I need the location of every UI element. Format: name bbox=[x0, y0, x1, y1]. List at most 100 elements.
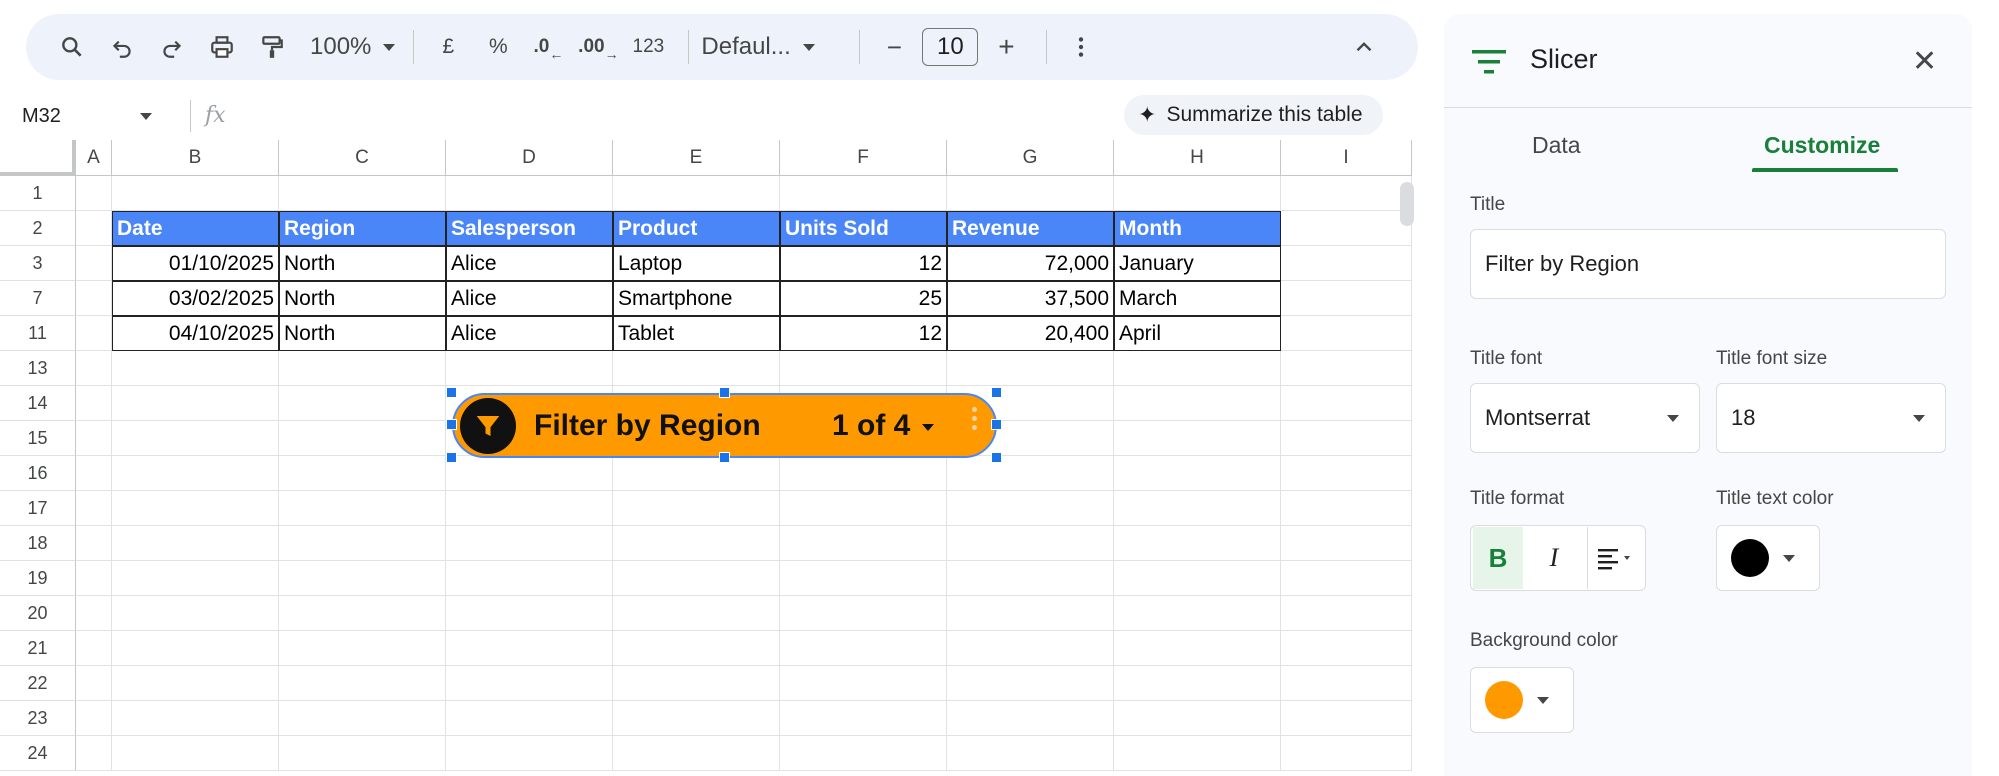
name-box[interactable]: M32 bbox=[0, 96, 160, 136]
table-data-cell[interactable]: Tablet bbox=[613, 316, 780, 351]
column-header-g[interactable]: G bbox=[947, 140, 1114, 176]
column-header-i[interactable]: I bbox=[1281, 140, 1412, 176]
grid-cell[interactable] bbox=[279, 351, 446, 386]
table-data-cell[interactable]: 25 bbox=[780, 281, 947, 316]
column-header-d[interactable]: D bbox=[446, 140, 613, 176]
table-data-cell[interactable]: 12 bbox=[780, 316, 947, 351]
grid-cell[interactable] bbox=[446, 736, 613, 771]
grid-cell[interactable] bbox=[780, 456, 947, 491]
table-data-cell[interactable]: March bbox=[1114, 281, 1281, 316]
resize-handle-bm[interactable] bbox=[719, 452, 730, 463]
table-header-cell[interactable]: Date bbox=[112, 211, 279, 246]
grid-cell[interactable] bbox=[947, 631, 1114, 666]
grid-cell[interactable] bbox=[780, 631, 947, 666]
grid-cell[interactable] bbox=[112, 386, 279, 421]
grid-cell[interactable] bbox=[1281, 666, 1412, 701]
grid-cell[interactable] bbox=[1114, 456, 1281, 491]
grid-cell[interactable] bbox=[112, 666, 279, 701]
grid-cell[interactable] bbox=[1281, 421, 1412, 456]
grid-cell[interactable] bbox=[279, 421, 446, 456]
grid-cell[interactable] bbox=[1114, 351, 1281, 386]
column-header-a[interactable]: A bbox=[76, 140, 112, 176]
grid-cell[interactable] bbox=[279, 631, 446, 666]
grid-cell[interactable] bbox=[1281, 491, 1412, 526]
grid-cell[interactable] bbox=[1114, 526, 1281, 561]
grid-cell[interactable] bbox=[1281, 631, 1412, 666]
grid-cell[interactable] bbox=[613, 176, 780, 211]
row-header[interactable]: 7 bbox=[0, 281, 76, 316]
table-data-cell[interactable]: April bbox=[1114, 316, 1281, 351]
grid-cell[interactable] bbox=[947, 456, 1114, 491]
grid-cell[interactable] bbox=[780, 701, 947, 736]
grid-cell[interactable] bbox=[1281, 176, 1412, 211]
grid-cell[interactable] bbox=[1114, 666, 1281, 701]
more-options-button[interactable] bbox=[1059, 27, 1103, 67]
zoom-select[interactable]: 100% bbox=[310, 27, 396, 67]
table-header-cell[interactable]: Product bbox=[613, 211, 780, 246]
vertical-scrollbar[interactable] bbox=[1400, 182, 1414, 226]
grid-cell[interactable] bbox=[279, 666, 446, 701]
undo-button[interactable] bbox=[100, 27, 144, 67]
table-data-cell[interactable]: North bbox=[279, 281, 446, 316]
grid-cell[interactable] bbox=[446, 701, 613, 736]
grid-cell[interactable] bbox=[780, 351, 947, 386]
summarize-table-button[interactable]: ✦ Summarize this table bbox=[1124, 95, 1383, 135]
row-header[interactable]: 13 bbox=[0, 351, 76, 386]
grid-cell[interactable] bbox=[76, 561, 112, 596]
table-data-cell[interactable]: 12 bbox=[780, 246, 947, 281]
grid-cell[interactable] bbox=[780, 596, 947, 631]
font-family-select[interactable]: Defaul... bbox=[701, 27, 841, 67]
grid-cell[interactable] bbox=[1281, 211, 1412, 246]
resize-handle-tr[interactable] bbox=[991, 387, 1002, 398]
grid-cell[interactable] bbox=[76, 456, 112, 491]
grid-cell[interactable] bbox=[947, 701, 1114, 736]
grid-cell[interactable] bbox=[947, 526, 1114, 561]
table-data-cell[interactable]: Smartphone bbox=[613, 281, 780, 316]
grid-cell[interactable] bbox=[76, 526, 112, 561]
table-data-cell[interactable]: 37,500 bbox=[947, 281, 1114, 316]
grid-cell[interactable] bbox=[279, 561, 446, 596]
grid-cell[interactable] bbox=[112, 351, 279, 386]
print-button[interactable] bbox=[200, 27, 244, 67]
grid-cell[interactable] bbox=[112, 456, 279, 491]
grid-cell[interactable] bbox=[947, 666, 1114, 701]
grid-cell[interactable] bbox=[947, 351, 1114, 386]
grid-cell[interactable] bbox=[76, 421, 112, 456]
table-data-cell[interactable]: 01/10/2025 bbox=[112, 246, 279, 281]
grid-cell[interactable] bbox=[1114, 701, 1281, 736]
grid-cell[interactable] bbox=[613, 526, 780, 561]
table-data-cell[interactable]: North bbox=[279, 246, 446, 281]
grid-cell[interactable] bbox=[947, 736, 1114, 771]
grid-cell[interactable] bbox=[1281, 701, 1412, 736]
grid-cell[interactable] bbox=[446, 456, 613, 491]
row-header[interactable]: 20 bbox=[0, 596, 76, 631]
background-color-button[interactable] bbox=[1470, 667, 1574, 733]
table-header-cell[interactable]: Salesperson bbox=[446, 211, 613, 246]
row-header[interactable]: 11 bbox=[0, 316, 76, 351]
grid-cell[interactable] bbox=[1114, 736, 1281, 771]
table-header-cell[interactable]: Units Sold bbox=[780, 211, 947, 246]
column-header-c[interactable]: C bbox=[279, 140, 446, 176]
grid-cell[interactable] bbox=[947, 176, 1114, 211]
grid-cell[interactable] bbox=[279, 491, 446, 526]
title-font-select[interactable]: Montserrat bbox=[1470, 383, 1700, 453]
percent-format-button[interactable]: % bbox=[476, 27, 520, 67]
grid-cell[interactable] bbox=[1281, 386, 1412, 421]
grid-cell[interactable] bbox=[446, 596, 613, 631]
row-header[interactable]: 21 bbox=[0, 631, 76, 666]
title-font-size-select[interactable]: 18 bbox=[1716, 383, 1946, 453]
decrease-font-size-button[interactable]: − bbox=[872, 27, 916, 67]
grid-cell[interactable] bbox=[279, 526, 446, 561]
grid-cell[interactable] bbox=[780, 526, 947, 561]
slicer-menu-icon[interactable] bbox=[972, 407, 977, 430]
column-header-h[interactable]: H bbox=[1114, 140, 1281, 176]
grid-cell[interactable] bbox=[279, 176, 446, 211]
grid-cell[interactable] bbox=[1281, 596, 1412, 631]
chevron-down-icon[interactable] bbox=[922, 424, 934, 431]
resize-handle-tm[interactable] bbox=[719, 387, 730, 398]
grid-cell[interactable] bbox=[112, 526, 279, 561]
resize-handle-tl[interactable] bbox=[446, 387, 457, 398]
grid-cell[interactable] bbox=[613, 561, 780, 596]
row-header[interactable]: 14 bbox=[0, 386, 76, 421]
grid-cell[interactable] bbox=[1114, 596, 1281, 631]
